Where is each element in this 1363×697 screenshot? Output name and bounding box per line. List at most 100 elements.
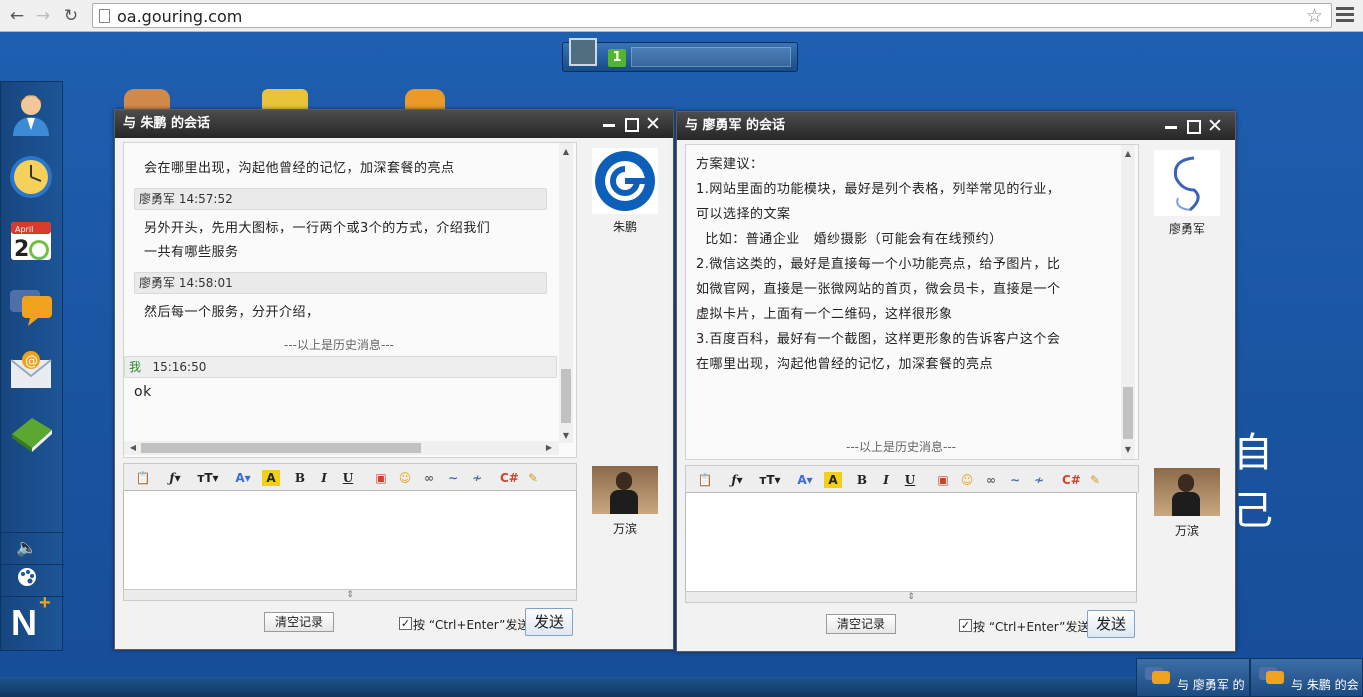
minimize-icon[interactable]: [1163, 118, 1179, 134]
history-line: 另外开头，先用大图标，一行两个或3个的方式，介绍我们: [144, 221, 491, 236]
code-icon[interactable]: C#: [500, 470, 519, 486]
font-size-icon[interactable]: тT▾: [758, 472, 782, 488]
message-input[interactable]: [123, 490, 577, 590]
image-icon[interactable]: ▣: [372, 470, 390, 486]
dock-divider: [1, 596, 64, 597]
user-icon[interactable]: [8, 90, 54, 136]
font-color-icon[interactable]: A▾: [234, 470, 252, 486]
italic-icon[interactable]: I: [315, 470, 333, 486]
font-color-icon[interactable]: A▾: [796, 472, 814, 488]
scroll-thumb[interactable]: [561, 369, 571, 423]
ctrl-enter-checkbox[interactable]: ✓: [399, 617, 412, 630]
clear-history-button[interactable]: 清空记录: [264, 612, 334, 632]
address-bar[interactable]: oa.gouring.com ☆: [92, 3, 1332, 28]
emoji-icon[interactable]: ☺: [396, 470, 414, 486]
resize-grip-icon[interactable]: ⇕: [123, 589, 577, 601]
contact-name: 朱鹏: [612, 220, 637, 234]
link-icon[interactable]: ∼: [444, 470, 462, 486]
message-history[interactable]: 会在哪里出现，沟起他曾经的记忆，加深套餐的亮点 廖勇军 14:57:52 另外开…: [123, 142, 577, 458]
chat-icon[interactable]: [8, 282, 54, 328]
clear-format-icon[interactable]: ✎: [524, 470, 542, 486]
vertical-scrollbar[interactable]: ▲ ▼: [1121, 145, 1135, 459]
minimize-icon[interactable]: [601, 116, 617, 132]
history-separator: ---以上是历史消息---: [846, 440, 956, 454]
folder-desktop-icon[interactable]: [262, 89, 308, 109]
maximize-icon[interactable]: [623, 116, 639, 132]
chat-icon: [1259, 667, 1284, 684]
back-icon[interactable]: ←: [6, 5, 28, 27]
font-family-icon[interactable]: ƒ▾: [166, 470, 184, 486]
forward-icon[interactable]: →: [32, 5, 54, 27]
resize-grip-icon[interactable]: ⇕: [685, 591, 1137, 603]
window-titlebar[interactable]: 与 朱鹏 的会话 ✕: [115, 110, 673, 138]
emoji-icon[interactable]: ☺: [958, 472, 976, 488]
contact-avatar[interactable]: [592, 148, 658, 214]
message-history[interactable]: 方案建议： 1.网站里面的功能模块，最好是列个表格，列举常见的行业， 可以选择的…: [685, 144, 1139, 460]
italic-icon[interactable]: I: [877, 472, 895, 488]
clock-icon[interactable]: [8, 154, 54, 200]
window-titlebar[interactable]: 与 廖勇军 的会话 ✕: [677, 112, 1235, 140]
me-name: 万滨: [1174, 524, 1199, 538]
maximize-icon[interactable]: [1185, 118, 1201, 134]
logo-icon[interactable]: N +: [11, 592, 51, 644]
notification-badge[interactable]: 1: [608, 49, 626, 67]
user-status-widget[interactable]: 1: [562, 38, 798, 72]
scroll-up-icon[interactable]: ▲: [559, 147, 573, 156]
link-icon[interactable]: ∼: [1006, 472, 1024, 488]
highlight-icon[interactable]: A: [262, 470, 280, 486]
attachment-icon[interactable]: ∞: [982, 472, 1000, 488]
code-icon[interactable]: C#: [1062, 472, 1081, 488]
bookmark-star-icon[interactable]: ☆: [1306, 5, 1323, 27]
scroll-left-icon[interactable]: ◀: [126, 443, 140, 452]
scroll-down-icon[interactable]: ▼: [559, 431, 573, 440]
attachment-icon[interactable]: ∞: [420, 470, 438, 486]
clear-format-icon[interactable]: ✎: [1086, 472, 1104, 488]
me-card: 万滨: [590, 466, 660, 537]
history-icon[interactable]: 📋: [696, 472, 714, 488]
bold-icon[interactable]: B: [853, 472, 871, 488]
close-icon[interactable]: ✕: [1207, 117, 1223, 136]
url-text[interactable]: oa.gouring.com: [117, 7, 242, 26]
history-icon[interactable]: 📋: [134, 470, 152, 486]
underline-icon[interactable]: U: [339, 470, 357, 486]
contact-card[interactable]: 廖勇军: [1152, 150, 1222, 237]
clear-history-button[interactable]: 清空记录: [826, 614, 896, 634]
history-line: 会在哪里出现，沟起他曾经的记忆，加深套餐的亮点: [144, 161, 455, 176]
scroll-up-icon[interactable]: ▲: [1121, 149, 1135, 158]
volume-icon[interactable]: 🔈: [15, 536, 39, 560]
mail-icon[interactable]: @: [8, 346, 54, 392]
unlink-icon[interactable]: ≁: [468, 470, 486, 486]
scroll-down-icon[interactable]: ▼: [1121, 445, 1135, 454]
font-family-icon[interactable]: ƒ▾: [728, 472, 746, 488]
highlight-icon[interactable]: A: [824, 472, 842, 488]
ctrl-enter-checkbox[interactable]: ✓: [959, 619, 972, 632]
close-icon[interactable]: ✕: [645, 115, 661, 134]
scroll-thumb[interactable]: [1123, 387, 1133, 439]
vertical-scrollbar[interactable]: ▲ ▼: [559, 143, 573, 443]
contact-card[interactable]: 朱鹏: [590, 148, 660, 235]
unlink-icon[interactable]: ≁: [1030, 472, 1048, 488]
taskbar-item[interactable]: 与 朱鹏 的会: [1250, 658, 1363, 697]
palette-icon[interactable]: [15, 567, 39, 591]
bold-icon[interactable]: B: [291, 470, 309, 486]
avatar[interactable]: [569, 38, 597, 66]
image-icon[interactable]: ▣: [934, 472, 952, 488]
contacts-desktop-icon[interactable]: [124, 89, 170, 109]
send-button[interactable]: 发送: [525, 608, 573, 636]
taskbar-item[interactable]: 与 廖勇军 的: [1136, 658, 1250, 697]
calendar-icon[interactable]: April 2: [8, 218, 54, 264]
settings-desktop-icon[interactable]: [405, 89, 445, 109]
font-size-icon[interactable]: тT▾: [196, 470, 220, 486]
send-button[interactable]: 发送: [1087, 610, 1135, 638]
horizontal-scrollbar[interactable]: ◀ ▶: [124, 441, 559, 455]
underline-icon[interactable]: U: [901, 472, 919, 488]
contact-avatar[interactable]: [1154, 150, 1220, 216]
reload-icon[interactable]: ↻: [60, 5, 82, 27]
history-line: 如微官网，直接是一张微网站的首页，微会员卡，直接是一个: [696, 282, 1061, 297]
menu-icon[interactable]: [1334, 4, 1356, 26]
book-icon[interactable]: [8, 410, 54, 456]
scroll-right-icon[interactable]: ▶: [542, 443, 556, 452]
history-line: 然后每一个服务，分开介绍，: [144, 305, 320, 320]
message-input[interactable]: [685, 492, 1137, 592]
scroll-thumb[interactable]: [141, 443, 421, 453]
